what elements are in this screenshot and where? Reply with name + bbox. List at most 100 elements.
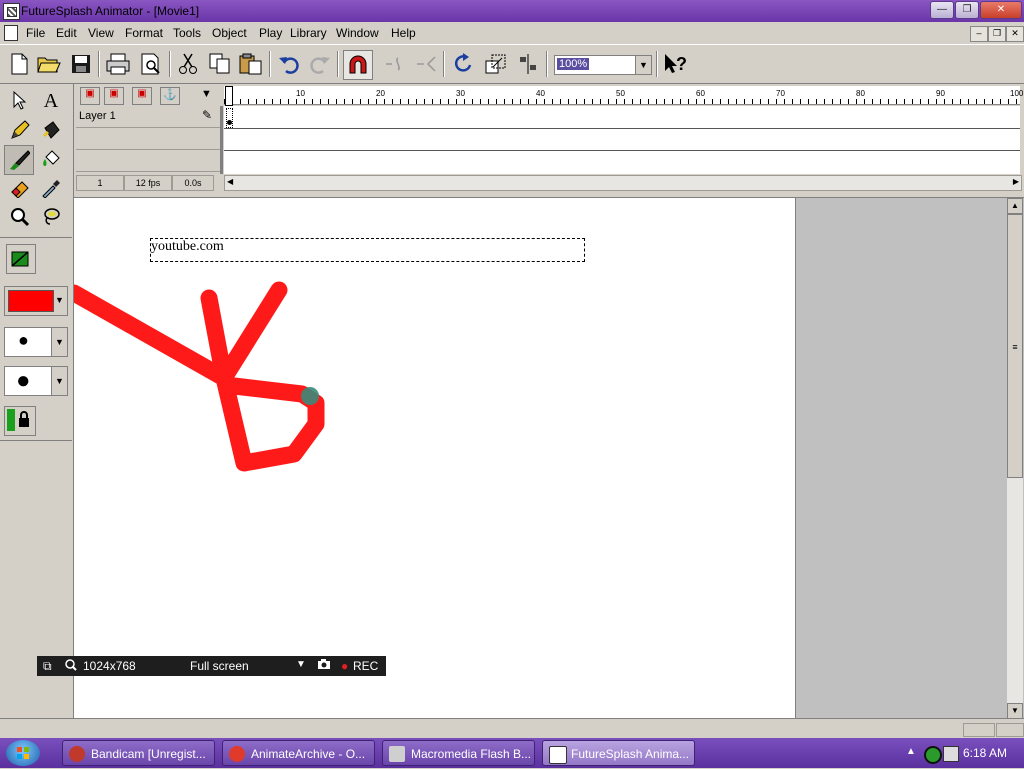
- print-preview-icon[interactable]: [137, 50, 165, 78]
- recorder-mode[interactable]: Full screen: [190, 659, 249, 673]
- print-icon[interactable]: [104, 50, 132, 78]
- ruler-label: 60: [696, 89, 705, 98]
- red-brush-stroke[interactable]: [74, 198, 795, 719]
- chevron-down-icon[interactable]: ▼: [201, 88, 212, 100]
- copy-icon[interactable]: [206, 50, 234, 78]
- chevron-down-icon[interactable]: ▼: [635, 56, 651, 74]
- document-icon[interactable]: [4, 25, 18, 41]
- brush-size-dropdown[interactable]: ● ▼: [4, 327, 68, 357]
- scroll-thumb[interactable]: ≡: [1007, 214, 1023, 478]
- save-icon[interactable]: [67, 50, 95, 78]
- zoom-value: 100%: [557, 58, 590, 70]
- doc-restore-button[interactable]: ❐: [988, 26, 1006, 42]
- menu-library[interactable]: Library: [290, 26, 327, 40]
- rec-label[interactable]: REC: [353, 659, 378, 673]
- lock-fill-button[interactable]: [4, 406, 36, 436]
- cut-icon[interactable]: [174, 50, 202, 78]
- menu-view[interactable]: View: [88, 26, 114, 40]
- menu-file[interactable]: File: [26, 26, 45, 40]
- scroll-left-icon[interactable]: ◀: [227, 177, 233, 186]
- snap-magnet-icon[interactable]: [343, 50, 373, 80]
- layer-properties-icon[interactable]: ▣: [132, 87, 152, 105]
- doc-close-button[interactable]: ✕: [1006, 26, 1024, 42]
- brush-shape-dropdown[interactable]: ● ▼: [4, 366, 68, 396]
- doc-minimize-button[interactable]: –: [970, 26, 988, 42]
- record-dot-icon: ●: [341, 659, 349, 673]
- rotate-icon[interactable]: [450, 50, 478, 78]
- magnifier-icon[interactable]: [65, 659, 77, 674]
- arrow-tool-icon[interactable]: [6, 87, 34, 115]
- redo-icon[interactable]: [306, 50, 334, 78]
- menu-play[interactable]: Play: [259, 26, 282, 40]
- timeline-hscroll[interactable]: ◀ ▶: [224, 175, 1022, 191]
- pencil-tool-icon[interactable]: [6, 116, 34, 144]
- minimize-button[interactable]: —: [930, 1, 954, 19]
- transform-fill-icon[interactable]: [6, 244, 36, 274]
- timeline-status: 1 12 fps 0.0s ◀ ▶: [74, 175, 1022, 191]
- menu-window[interactable]: Window: [336, 26, 379, 40]
- clock[interactable]: 6:18 AM: [963, 746, 1007, 760]
- ink-bottle-tool-icon[interactable]: [37, 116, 65, 144]
- scroll-up-icon[interactable]: ▲: [1007, 198, 1023, 214]
- scale-icon[interactable]: [482, 50, 510, 78]
- camera-icon[interactable]: [317, 658, 331, 673]
- recorder-toolbar: ⧉ 1024x768 Full screen ▼ ● REC: [37, 656, 386, 676]
- taskbar-item-macromedia-flash[interactable]: Macromedia Flash B...: [382, 740, 535, 766]
- tray-expand-icon[interactable]: ▲: [906, 746, 916, 757]
- frame-ruler[interactable]: 10 20 30 40 50 60 70 80 90 100: [224, 86, 1023, 106]
- stage-vscroll[interactable]: ▲ ≡ ▼: [1007, 198, 1023, 719]
- smooth-icon[interactable]: [381, 50, 409, 78]
- window-icon[interactable]: ⧉: [43, 659, 52, 674]
- open-icon[interactable]: [35, 50, 63, 78]
- menu-object[interactable]: Object: [212, 26, 247, 40]
- menu-format[interactable]: Format: [125, 26, 163, 40]
- app-icon: [3, 3, 20, 20]
- straighten-icon[interactable]: [412, 50, 440, 78]
- text-tool-icon[interactable]: A: [37, 87, 65, 115]
- scroll-down-icon[interactable]: ▼: [1007, 703, 1023, 719]
- menu-edit[interactable]: Edit: [56, 26, 77, 40]
- taskbar-item-animatearchive[interactable]: AnimateArchive - O...: [222, 740, 375, 766]
- add-layer-icon[interactable]: ▣: [80, 87, 100, 105]
- brush-tool-icon[interactable]: [4, 145, 34, 175]
- menu-help[interactable]: Help: [391, 26, 416, 40]
- stage-canvas[interactable]: youtube.com: [74, 198, 796, 719]
- playhead[interactable]: [225, 86, 233, 106]
- layer-row[interactable]: Layer 1 ✎: [76, 106, 220, 128]
- frame-grid[interactable]: [224, 106, 1020, 174]
- toolbar-separator: [98, 51, 100, 77]
- fill-color-dropdown[interactable]: ▼: [4, 286, 68, 316]
- align-icon[interactable]: [514, 50, 542, 78]
- paste-icon[interactable]: [237, 50, 265, 78]
- new-icon[interactable]: [5, 50, 33, 78]
- network-icon[interactable]: [943, 746, 959, 762]
- keyframe[interactable]: [226, 108, 233, 128]
- timeline-panel: ▣ ▣ ▣ ⚓ ▼ 10 20 30 40 50 60 70 80 90 100…: [74, 84, 1024, 195]
- close-button[interactable]: ✕: [980, 1, 1022, 19]
- dropper-tool-icon[interactable]: [37, 174, 65, 202]
- futuresplash-icon: [549, 746, 567, 764]
- anchor-icon[interactable]: ⚓: [160, 87, 180, 105]
- paint-bucket-tool-icon[interactable]: [37, 145, 65, 173]
- help-pointer-icon[interactable]: ?: [662, 50, 690, 78]
- undo-icon[interactable]: [275, 50, 303, 78]
- chevron-down-icon: ▼: [55, 295, 64, 305]
- maximize-button[interactable]: ❐: [955, 1, 979, 19]
- tools-panel: A ▼ ● ▼ ● ▼: [0, 84, 74, 718]
- chevron-down-icon[interactable]: ▼: [296, 659, 306, 670]
- lasso-tool-icon[interactable]: [37, 203, 65, 231]
- taskbar: Bandicam [Unregist... AnimateArchive - O…: [0, 738, 1024, 768]
- scroll-right-icon[interactable]: ▶: [1013, 177, 1019, 186]
- taskbar-item-futuresplash[interactable]: FutureSplash Anima...: [542, 740, 695, 766]
- stage-hscroll[interactable]: [0, 718, 1024, 739]
- zoom-tool-icon[interactable]: [6, 203, 34, 231]
- menu-tools[interactable]: Tools: [173, 26, 201, 40]
- delete-layer-icon[interactable]: ▣: [104, 87, 124, 105]
- pencil-icon[interactable]: ✎: [202, 108, 218, 124]
- eraser-tool-icon[interactable]: [6, 174, 34, 202]
- start-button[interactable]: [6, 740, 40, 766]
- tray-app-icon[interactable]: [924, 746, 942, 764]
- timeline-splitter[interactable]: [220, 106, 223, 174]
- taskbar-item-bandicam[interactable]: Bandicam [Unregist...: [62, 740, 215, 766]
- zoom-select[interactable]: 100% ▼: [554, 55, 652, 75]
